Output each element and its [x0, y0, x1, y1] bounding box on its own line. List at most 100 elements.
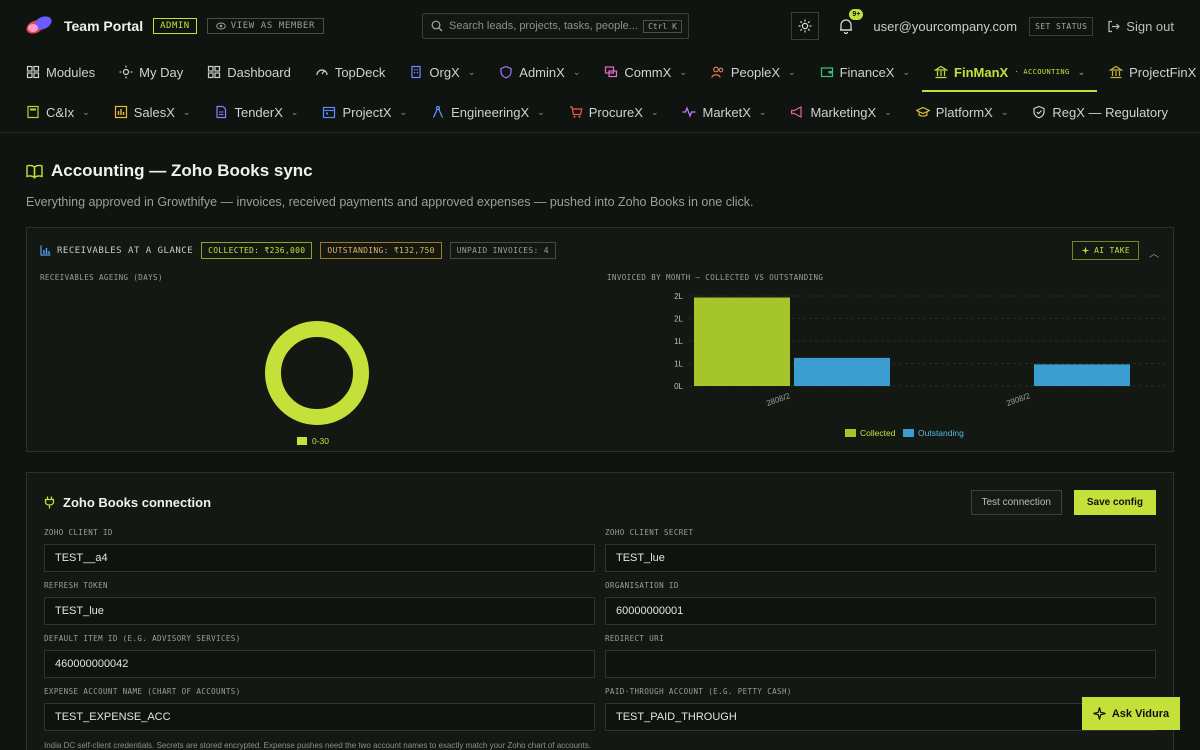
default-item-id-input[interactable]: 460000000042: [44, 650, 595, 678]
nav-finmanx[interactable]: FinManX · ACCOUNTING ⌄: [922, 52, 1098, 92]
notifications-button[interactable]: 9+: [835, 9, 864, 37]
nav-topdeck[interactable]: TopDeck: [303, 52, 398, 92]
nav-label: MarketingX: [810, 104, 877, 120]
ask-vidura-label: Ask Vidura: [1111, 707, 1170, 720]
bell-icon: [840, 19, 853, 34]
nav-projectx[interactable]: ProjectX ⌄: [310, 92, 419, 132]
search-input[interactable]: Search leads, projects, tasks, people...: [449, 20, 638, 32]
nav-engineeringx[interactable]: EngineeringX ⌄: [419, 92, 557, 132]
client-id-input[interactable]: TEST__a4: [44, 544, 595, 572]
brand[interactable]: Team Portal ADMIN VIEW AS MEMBER: [24, 13, 324, 37]
nav-tenderx[interactable]: TenderX ⌄: [202, 92, 310, 132]
main-content: Accounting — Zoho Books sync Everything …: [0, 161, 1200, 750]
nav-label: FinanceX: [839, 64, 895, 80]
bar-outstanding-1: [1034, 364, 1130, 386]
nav-label: EngineeringX: [451, 104, 530, 120]
chevron-down-icon: ⌄: [650, 106, 659, 117]
redirect-uri-field: REDIRECT URI: [605, 634, 1156, 678]
y-tick-label: 0L: [674, 382, 683, 391]
logo-icon: [24, 13, 54, 37]
nav-label: PeopleX: [730, 64, 781, 80]
bank-icon: [934, 65, 949, 79]
nav-label: SalesX: [133, 104, 175, 120]
bank-icon: [1109, 65, 1124, 79]
chevron-down-icon: ⌄: [902, 66, 911, 77]
client-id-field: ZOHO CLIENT ID TEST__a4: [44, 528, 595, 572]
search-bar[interactable]: Search leads, projects, tasks, people...…: [422, 13, 689, 39]
y-tick-label: 1L: [674, 360, 683, 369]
notification-count: 9+: [849, 9, 864, 20]
paid-through-account-input[interactable]: TEST_PAID_THROUGH: [605, 703, 1156, 731]
wallet-icon: [820, 67, 833, 78]
sign-out-button[interactable]: Sign out: [1107, 19, 1174, 34]
megaphone-icon: [791, 106, 803, 118]
building-icon: [411, 65, 421, 79]
chevron-down-icon: ⌄: [182, 106, 191, 117]
collected-chip: COLLECTED: ₹236,000: [201, 242, 313, 259]
sun-icon: [798, 19, 812, 33]
nav-modules[interactable]: Modules: [14, 52, 107, 92]
plug-icon: [44, 496, 55, 509]
nav-procurex[interactable]: ProcureX ⌄: [557, 92, 671, 132]
chevron-down-icon: ⌄: [884, 106, 892, 117]
nav-my-day[interactable]: My Day: [107, 52, 195, 92]
unpaid-invoices-chip: UNPAID INVOICES: 4: [449, 242, 556, 259]
nav-financex[interactable]: FinanceX ⌄: [808, 52, 922, 92]
field-label: ZOHO CLIENT SECRET: [605, 528, 694, 537]
chevron-down-icon: ⌄: [572, 66, 581, 77]
nav-commx[interactable]: CommX ⌄: [592, 52, 699, 92]
nav-marketingx[interactable]: MarketingX ⌄: [778, 92, 903, 132]
receivables-panel: RECEIVABLES AT A GLANCE COLLECTED: ₹236,…: [26, 227, 1174, 452]
nav-dashboard[interactable]: Dashboard: [195, 52, 303, 92]
test-connection-button[interactable]: Test connection: [970, 490, 1062, 515]
top-bar: Team Portal ADMIN VIEW AS MEMBER Search …: [0, 0, 1200, 52]
chevron-down-icon: ⌄: [679, 66, 687, 77]
connection-title: Zoho Books connection: [44, 495, 211, 510]
nav-label: OrgX: [429, 64, 460, 80]
collapse-chevron-icon[interactable]: ︿: [1149, 245, 1159, 260]
page-title: Accounting — Zoho Books sync: [26, 161, 1174, 181]
refresh-token-input[interactable]: TEST_lue: [44, 597, 595, 625]
legend-swatch: [845, 429, 856, 437]
bar-outstanding-0: [794, 357, 890, 386]
y-tick-label: 1L: [674, 337, 683, 346]
search-icon: [431, 20, 443, 32]
field-label: ZOHO CLIENT ID: [44, 528, 113, 537]
nav-orgx[interactable]: OrgX ⌄: [397, 52, 487, 92]
nav-peoplex[interactable]: PeopleX ⌄: [699, 52, 808, 92]
y-tick-label: 2L: [674, 292, 683, 301]
theme-toggle-button[interactable]: [791, 12, 820, 40]
gauge-icon: [316, 69, 328, 76]
chevron-down-icon: ⌄: [399, 106, 408, 117]
sun-icon: [119, 65, 133, 79]
nav-adminx[interactable]: AdminX ⌄: [487, 52, 592, 92]
nav-label: FinManX: [954, 64, 1009, 80]
client-secret-input[interactable]: TEST_lue: [605, 544, 1156, 572]
ask-vidura-button[interactable]: Ask Vidura: [1082, 697, 1180, 730]
nav-marketx[interactable]: MarketX ⌄: [670, 92, 778, 132]
nav-cix[interactable]: C&Ix ⌄: [14, 92, 102, 132]
redirect-uri-input[interactable]: [605, 650, 1156, 678]
grid-icon: [208, 65, 221, 79]
view-as-member-button[interactable]: VIEW AS MEMBER: [206, 18, 324, 34]
field-label: REDIRECT URI: [605, 634, 664, 643]
search-shortcut: Ctrl K: [643, 19, 682, 33]
shield-icon: [500, 65, 512, 79]
nav-label: TopDeck: [334, 64, 386, 80]
expense-account-input[interactable]: TEST_EXPENSE_ACC: [44, 703, 595, 731]
nav-projectfinx[interactable]: ProjectFinX⌄: [1097, 52, 1200, 92]
nav-salesx[interactable]: SalesX ⌄: [102, 92, 203, 132]
eye-icon: [215, 22, 226, 30]
organisation-id-input[interactable]: 60000000001: [605, 597, 1156, 625]
set-status-button[interactable]: SET STATUS: [1029, 16, 1094, 36]
pulse-icon: [682, 106, 696, 118]
chevron-down-icon: ⌄: [1077, 66, 1086, 77]
ai-take-label: AI TAKE: [1094, 246, 1130, 255]
ai-take-button[interactable]: AI TAKE: [1072, 241, 1139, 260]
nav-platformx[interactable]: PlatformX ⌄: [904, 92, 1021, 132]
book-open-icon: [26, 164, 43, 179]
organisation-id-field: ORGANISATION ID 60000000001: [605, 581, 1156, 625]
save-config-button[interactable]: Save config: [1073, 490, 1156, 515]
monthly-bar-chart: 0L 1L 1L 2L 2L 2808/2 2908/2 Collected Outstandi…: [674, 292, 1169, 438]
nav-regx[interactable]: RegX — Regulatory: [1020, 92, 1180, 132]
